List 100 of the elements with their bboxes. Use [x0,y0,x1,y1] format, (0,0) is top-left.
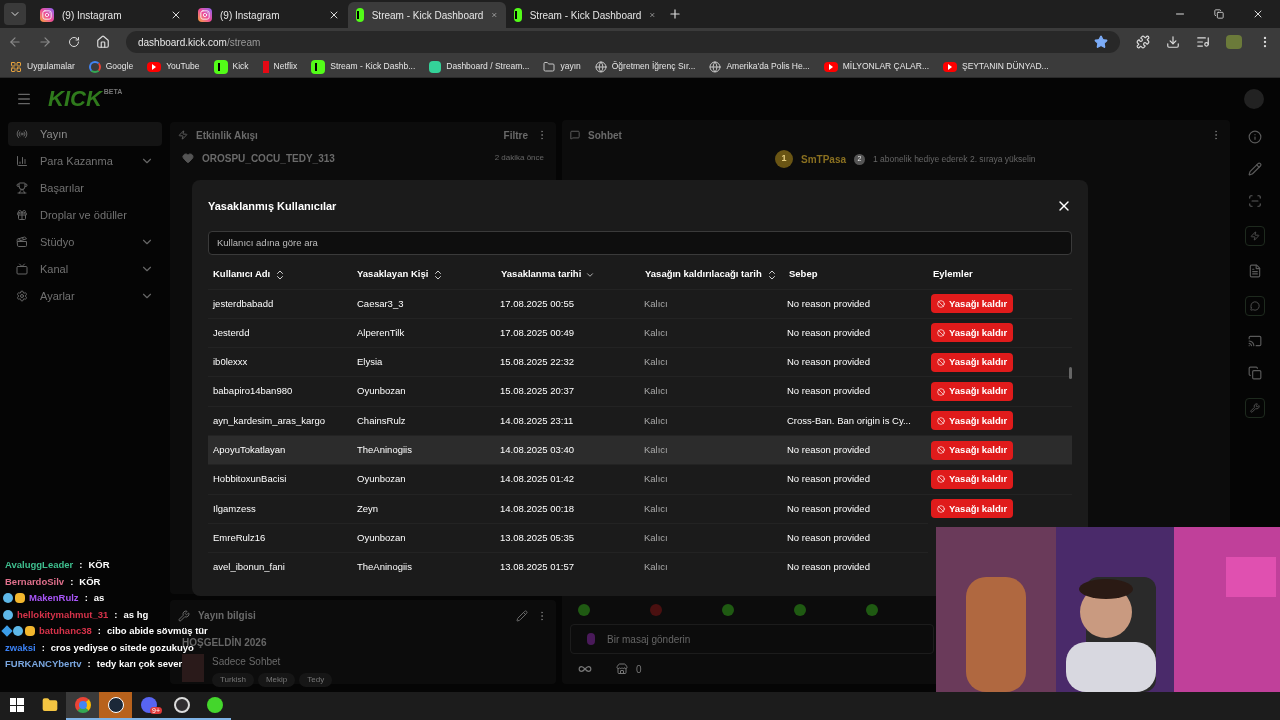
emote-icon[interactable] [578,604,590,616]
unban-button[interactable]: Yasağı kaldır [931,294,1014,314]
unban-button[interactable]: Yasağı kaldır [931,499,1014,519]
sidebar-item[interactable]: Başarılar [8,176,162,200]
media-icon[interactable] [1196,35,1210,49]
chat-icon [570,130,580,140]
document-icon[interactable] [1248,264,1262,278]
chat-message: cibo abide sövmüş tür [106,624,208,637]
table-cell-text: Kalıcı [643,355,669,370]
info-icon[interactable] [1248,130,1262,144]
bookmark[interactable]: Amerika'da Polis He... [726,60,810,73]
menu-icon[interactable] [16,91,32,107]
search-field[interactable]: Kullanıcı adına göre ara [208,230,1072,255]
browser-tab[interactable]: Stream - Kick Dashboard [348,2,506,28]
browser-tab[interactable]: Stream - Kick Dashboard [506,2,664,28]
home-icon[interactable] [96,35,110,49]
back-icon[interactable] [8,35,22,49]
sidebar-item[interactable]: Kanal [8,257,162,281]
scrollbar[interactable] [1069,366,1072,379]
filter-link[interactable]: Filtre [503,127,528,143]
sidebar-item[interactable]: Para Kazanma [8,149,162,173]
table-cell-text: Kalıcı [643,560,669,575]
table-cell-text: Kalıcı [643,413,669,428]
edit-icon[interactable] [1248,162,1262,176]
sidebar-item[interactable]: Stüdyo [8,230,162,254]
edit-icon[interactable] [516,609,528,622]
table-cell-text: ApoyuTokatlayan [212,443,287,457]
address-bar-url[interactable]: dashboard.kick.com/stream [138,34,261,50]
table-cell-text: Kalıcı [643,443,669,457]
bookmark[interactable]: YouTube [166,60,200,73]
unban-button[interactable]: Yasağı kaldır [931,469,1014,489]
column-header[interactable]: Kullanıcı Adı [213,267,271,282]
bookmark[interactable]: Uygulamalar [27,60,75,73]
unban-button[interactable]: Yasağı kaldır [931,352,1014,372]
column-header[interactable]: Yasaklayan Kişi [357,267,429,282]
emote-icon[interactable] [722,604,734,616]
bookmark[interactable]: Stream - Kick Dashb... [330,60,416,73]
globe-icon [709,60,722,73]
separator-colon: : [79,558,83,573]
extensions-icon[interactable] [1136,35,1150,49]
table-cell-text: 14.08.2025 01:42 [499,472,575,487]
column-header[interactable]: Sebep [789,267,818,282]
table-cell-text: No reason provided [786,384,871,399]
layout-icon[interactable] [1248,366,1262,380]
tab-search-button[interactable] [4,3,26,25]
chat-message: KÖR [79,574,101,589]
broadcast-icon[interactable] [1248,334,1262,348]
profile-avatar[interactable] [1226,35,1242,49]
bookmark-star-icon[interactable] [1094,35,1108,49]
gift-icon [16,209,28,221]
table-cell-text: TheAninogiis [356,443,413,457]
table-cell-text: Ilgamzess [212,501,257,516]
close-icon[interactable] [1252,8,1264,20]
table-cell-text: ib0lexxx [212,355,249,370]
unban-button[interactable]: Yasağı kaldır [931,323,1014,343]
close-icon[interactable] [328,9,340,21]
table-cell-text: babapiro14ban980 [212,384,294,399]
close-icon[interactable] [170,9,182,21]
bookmark[interactable]: MİLYONLAR ÇALAR... [842,60,930,73]
sidebar-item[interactable]: Droplar ve ödüller [8,203,162,227]
chat-message: tedy karı çok sever [96,657,183,672]
bookmark[interactable]: Öğretmen İğrenç Sır... [611,60,696,73]
browser-tab[interactable]: (9) Instagram [32,2,190,28]
crown-badge-icon [25,626,35,637]
bookmark[interactable]: Netflix [273,60,298,73]
bookmark[interactable]: Dashboard / Stream... [446,60,530,73]
reload-icon[interactable] [68,36,80,48]
taskbar-app[interactable] [99,692,132,720]
sidebar-item[interactable]: Yayın [8,122,162,146]
bookmark[interactable]: ŞEYTANIN DÜNYAD... [962,60,1049,73]
forward-icon[interactable] [38,35,52,49]
column-header[interactable]: Eylemler [933,267,973,282]
play-icon [147,61,162,72]
download-icon[interactable] [1166,35,1180,49]
sidebar-item[interactable]: Ayarlar [8,284,162,308]
table-cell-text: Kalıcı [643,296,669,311]
bookmark[interactable]: yayın [560,60,581,73]
separator-colon: : [114,607,118,622]
column-header[interactable]: Yasaklanma tarihi [501,267,582,282]
separator-colon: : [70,574,74,589]
chat-input[interactable]: Bir masaj gönderin [570,624,934,654]
store-icon [616,663,628,675]
scan-icon[interactable] [1248,194,1262,208]
browser-tab[interactable]: (9) Instagram [190,2,348,28]
column-header[interactable]: Yasağın kaldırılacağı tarih [645,267,762,282]
apps-grid-icon [10,60,22,73]
emote-icon[interactable] [866,604,878,616]
unban-button[interactable]: Yasağı kaldır [931,411,1014,431]
unban-button[interactable]: Yasağı kaldır [931,382,1014,402]
folder-icon [543,60,556,73]
unban-button[interactable]: Yasağı kaldır [931,440,1014,460]
chat-username: batuhanc38 [39,624,92,639]
emote-icon[interactable] [794,604,806,616]
table-row[interactable]: ApoyuTokatlayan TheAninogiis 14.08.2025 03:40 Kalıcı No reason provided Yasağı kaldır [208,435,1072,465]
bookmark[interactable]: Google [105,60,134,73]
new-tab-icon[interactable] [668,7,682,21]
restore-icon[interactable] [1214,9,1224,19]
bookmark[interactable]: Kick [232,60,249,73]
taskbar-app[interactable] [66,692,99,720]
table-cell-text: 13.08.2025 01:57 [499,560,575,575]
